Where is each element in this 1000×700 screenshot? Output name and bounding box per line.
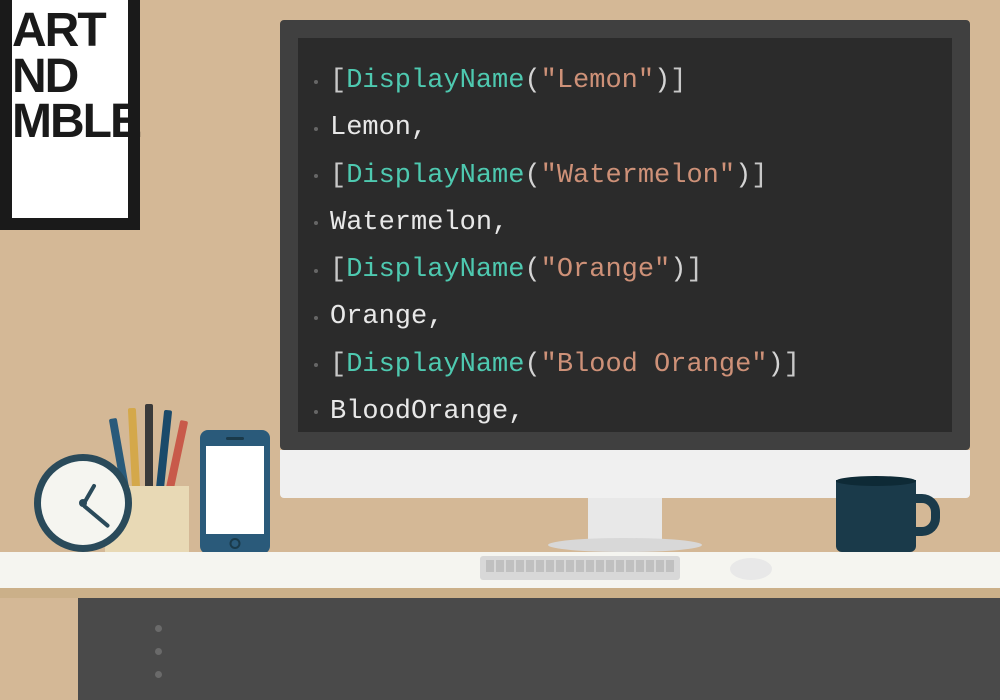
enum-member: Orange, [330,302,443,332]
poster-line-3: MBLE [12,99,128,145]
phone-icon [200,430,270,554]
attribute-name: DisplayName [346,66,524,96]
code-line[interactable]: Orange, [316,294,934,341]
phone-screen [206,446,264,534]
attribute-name: DisplayName [346,350,524,380]
monitor-screen: [DisplayName("Lemon")] Lemon, [DisplayName… [280,20,970,450]
string-literal: "Watermelon" [541,161,735,191]
clock-minute-hand [82,503,111,528]
mug-handle [910,494,940,536]
string-literal: "Lemon" [541,66,654,96]
code-line[interactable]: [DisplayName("Orange")] [316,247,934,294]
attribute-name: DisplayName [346,255,524,285]
phone-home-button [230,538,241,549]
code-line[interactable]: Lemon, [316,105,934,152]
desk-front [78,598,1000,700]
monitor-stand [588,498,662,540]
enum-member: BloodOrange, [330,397,524,427]
monitor-base [548,538,702,552]
wall-poster: ART ND MBLE [0,0,140,230]
desk-shadow [0,588,1000,598]
pencil-icon [145,404,153,490]
enum-member: Watermelon, [330,208,508,238]
pencil-icon [128,408,140,490]
mug-icon [836,480,916,552]
string-literal: "Orange" [541,255,671,285]
desk-grommets [155,625,162,678]
clock-icon [34,454,132,552]
string-literal: "Blood Orange" [541,350,768,380]
poster-line-2: ND [12,54,128,100]
clock-center [79,499,87,507]
enum-member: Lemon, [330,113,427,143]
code-line[interactable]: [DisplayName("Watermelon")] [316,153,934,200]
phone-speaker [226,437,244,440]
code-line[interactable]: [DisplayName("Blood Orange")] [316,342,934,389]
code-line[interactable]: [DisplayName("Lemon")] [316,58,934,105]
code-line[interactable]: BloodOrange, [316,389,934,436]
code-line[interactable]: Watermelon, [316,200,934,247]
keyboard-icon [480,556,680,580]
attribute-name: DisplayName [346,161,524,191]
mouse-icon [730,558,772,580]
code-editor[interactable]: [DisplayName("Lemon")] Lemon, [DisplayName… [316,58,934,436]
poster-line-1: ART [12,8,128,54]
